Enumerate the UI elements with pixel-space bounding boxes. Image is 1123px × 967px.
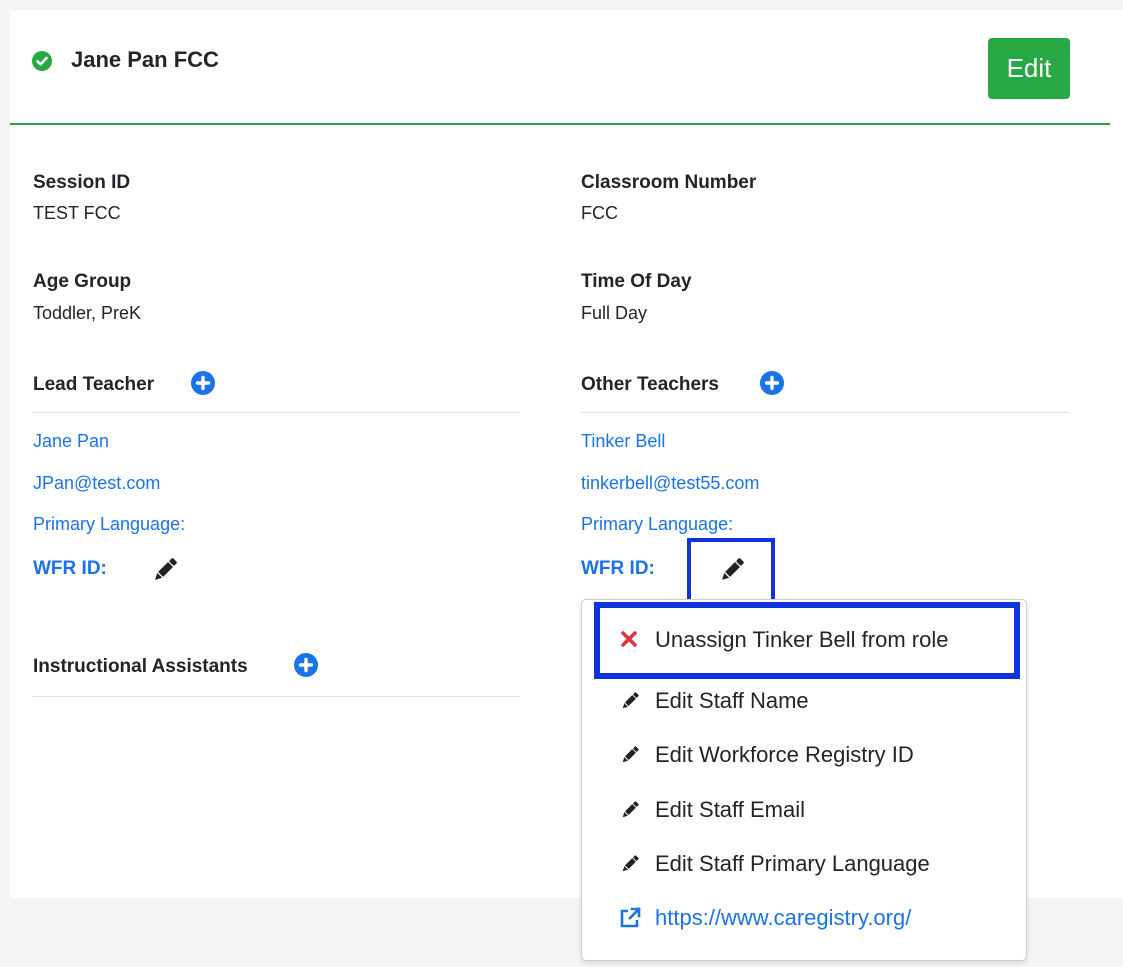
classroom-number-value: FCC [581,203,618,223]
add-lead-teacher-icon[interactable] [191,371,215,395]
lead-teacher-email-link[interactable]: JPan@test.com [33,473,160,494]
unassign-highlight: Unassign Tinker Bell from role [594,602,1020,679]
classroom-number-label: Classroom Number [581,172,757,193]
lead-teacher-heading: Lead Teacher [33,374,155,395]
pencil-icon[interactable] [717,555,747,585]
lead-teacher-language-link[interactable]: Primary Language: [33,514,185,535]
edit-button[interactable]: Edit [988,38,1070,99]
time-of-day-value: Full Day [581,303,648,323]
lead-teacher-divider [32,412,520,413]
menu-item-label: Edit Staff Primary Language [655,851,930,876]
instructional-assistants-divider [32,696,520,697]
menu-item-unassign[interactable]: Unassign Tinker Bell from role [600,618,1014,662]
add-other-teacher-icon[interactable] [760,371,784,395]
pencil-icon [622,746,639,763]
other-teachers-divider [581,412,1069,413]
other-teacher-language-link[interactable]: Primary Language: [581,514,733,535]
menu-item-edit-workforce-registry-id[interactable]: Edit Workforce Registry ID [582,733,1022,777]
session-id-label: Session ID [33,172,131,193]
time-of-day-label: Time Of Day [581,271,692,292]
check-circle-icon [32,51,52,71]
menu-item-caregistry-link[interactable]: https://www.caregistry.org/ [582,896,1022,940]
pencil-icon [622,692,639,709]
other-teachers-heading: Other Teachers [581,374,719,395]
instructional-assistants-heading: Instructional Assistants [33,656,248,677]
session-id-value: TEST FCC [33,203,121,223]
menu-item-label: Edit Staff Email [655,797,805,822]
menu-item-edit-staff-name[interactable]: Edit Staff Name [582,679,1022,723]
lead-teacher-wfr-label: WFR ID: [33,558,107,579]
other-teacher-email-link[interactable]: tinkerbell@test55.com [581,473,759,494]
lead-teacher-name-link[interactable]: Jane Pan [33,431,109,452]
menu-item-edit-staff-primary-language[interactable]: Edit Staff Primary Language [582,842,1022,886]
other-teacher-wfr-label: WFR ID: [581,558,655,579]
pencil-highlight [687,538,775,603]
x-icon [621,631,637,647]
pencil-icon [622,855,639,872]
add-instructional-assistant-icon[interactable] [294,653,318,677]
card-header: Jane Pan FCC Edit [10,10,1110,125]
page-title: Jane Pan FCC [71,47,219,72]
other-teacher-name-link[interactable]: Tinker Bell [581,431,665,452]
menu-item-label: https://www.caregistry.org/ [655,905,912,930]
pencil-icon[interactable] [150,555,180,585]
menu-item-label: Edit Workforce Registry ID [655,742,914,767]
menu-item-label: Edit Staff Name [655,688,809,713]
age-group-label: Age Group [33,271,132,292]
menu-item-edit-staff-email[interactable]: Edit Staff Email [582,788,1022,832]
menu-item-label: Unassign Tinker Bell from role [655,627,949,652]
age-group-value: Toddler, PreK [33,303,142,323]
external-link-icon [620,907,641,928]
pencil-icon [622,801,639,818]
